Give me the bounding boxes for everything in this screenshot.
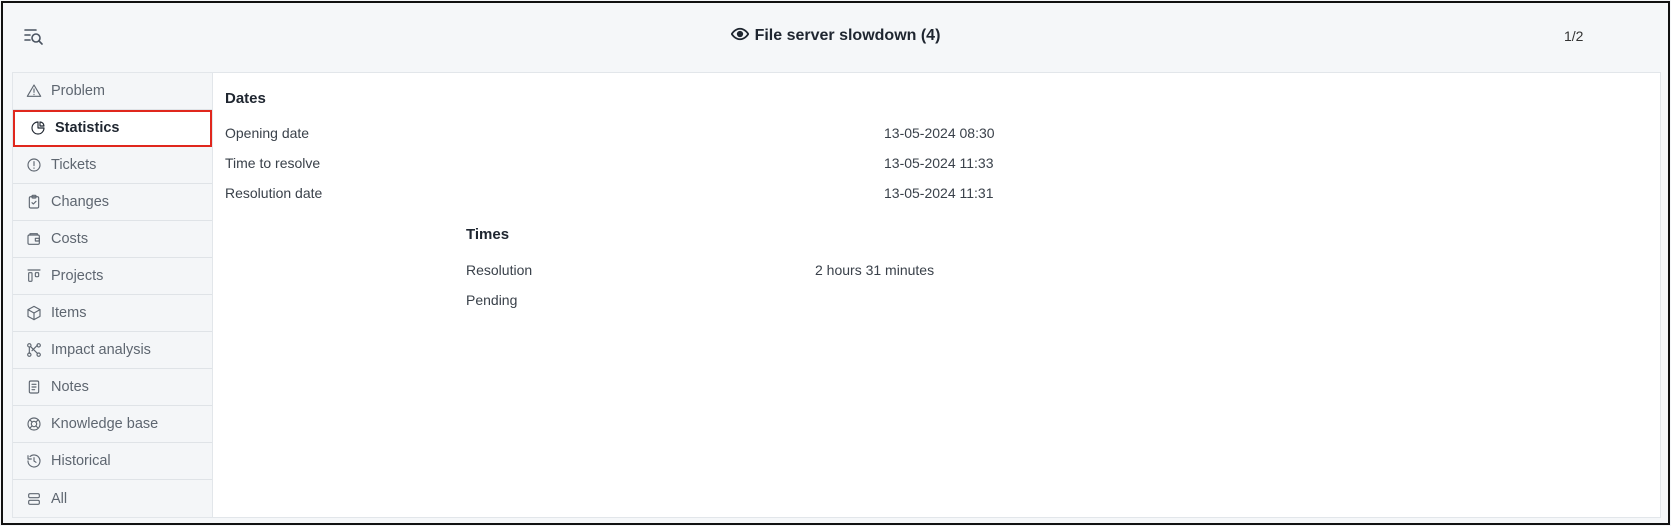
warning-triangle-icon <box>25 82 43 100</box>
times-section-title: Times <box>466 226 510 243</box>
title-text: File server slowdown (4) <box>754 27 941 44</box>
opening-date-label: Opening date <box>225 125 310 141</box>
tab-label: Changes <box>51 194 110 210</box>
tab-label: Notes <box>51 379 89 395</box>
wallet-icon <box>25 230 43 248</box>
statistics-panel: Dates Opening date 13-05-2024 08:30 Time… <box>212 72 1661 518</box>
tab-historical[interactable]: Historical <box>13 443 212 480</box>
pager: 1/2 <box>1564 28 1584 44</box>
time-to-resolve-value: 13-05-2024 11:33 <box>884 155 994 171</box>
pie-chart-icon <box>29 119 47 137</box>
tab-label: Historical <box>51 453 111 469</box>
tab-items[interactable]: Items <box>13 295 212 332</box>
tab-label: Knowledge base <box>51 416 159 432</box>
tab-label: Statistics <box>55 120 120 136</box>
history-icon <box>25 452 43 470</box>
opening-date-value: 13-05-2024 08:30 <box>884 125 995 141</box>
tab-label: Costs <box>51 231 89 247</box>
tab-tickets[interactable]: Tickets <box>13 147 212 184</box>
tab-statistics[interactable]: Statistics <box>13 110 212 147</box>
tab-label: Items <box>51 305 87 321</box>
eye-icon <box>730 27 749 41</box>
lifebuoy-icon <box>25 415 43 433</box>
sidebar: Problem Statistics Tickets Changes Costs… <box>12 72 212 518</box>
page-title: File server slowdown (4) <box>3 25 1668 45</box>
tab-changes[interactable]: Changes <box>13 184 212 221</box>
exclamation-circle-icon <box>25 156 43 174</box>
dates-section-title: Dates <box>225 90 266 107</box>
tab-label: All <box>51 490 68 507</box>
tab-label: Impact analysis <box>51 342 151 358</box>
tab-all[interactable]: All <box>13 480 212 517</box>
note-icon <box>25 378 43 396</box>
tab-label: Tickets <box>51 157 97 173</box>
tab-projects[interactable]: Projects <box>13 258 212 295</box>
kanban-icon <box>25 267 43 285</box>
tab-label: Projects <box>51 268 104 284</box>
tab-impact-analysis[interactable]: Impact analysis <box>13 332 212 369</box>
time-to-resolve-label: Time to resolve <box>225 155 321 171</box>
resolution-date-label: Resolution date <box>225 185 323 201</box>
network-icon <box>25 341 43 359</box>
tab-knowledge-base[interactable]: Knowledge base <box>13 406 212 443</box>
clipboard-check-icon <box>25 193 43 211</box>
resolution-label: Resolution <box>466 262 533 278</box>
tab-costs[interactable]: Costs <box>13 221 212 258</box>
tab-notes[interactable]: Notes <box>13 369 212 406</box>
pending-label: Pending <box>466 292 518 308</box>
resolution-date-value: 13-05-2024 11:31 <box>884 185 994 201</box>
header: File server slowdown (4) 1/2 <box>3 3 1668 69</box>
resolution-value: 2 hours 31 minutes <box>815 262 935 278</box>
tab-problem[interactable]: Problem <box>13 73 212 110</box>
tab-label: Problem <box>51 83 105 99</box>
layers-icon <box>25 490 43 508</box>
app-window: File server slowdown (4) 1/2 Problem Sta… <box>1 1 1670 525</box>
package-icon <box>25 304 43 322</box>
